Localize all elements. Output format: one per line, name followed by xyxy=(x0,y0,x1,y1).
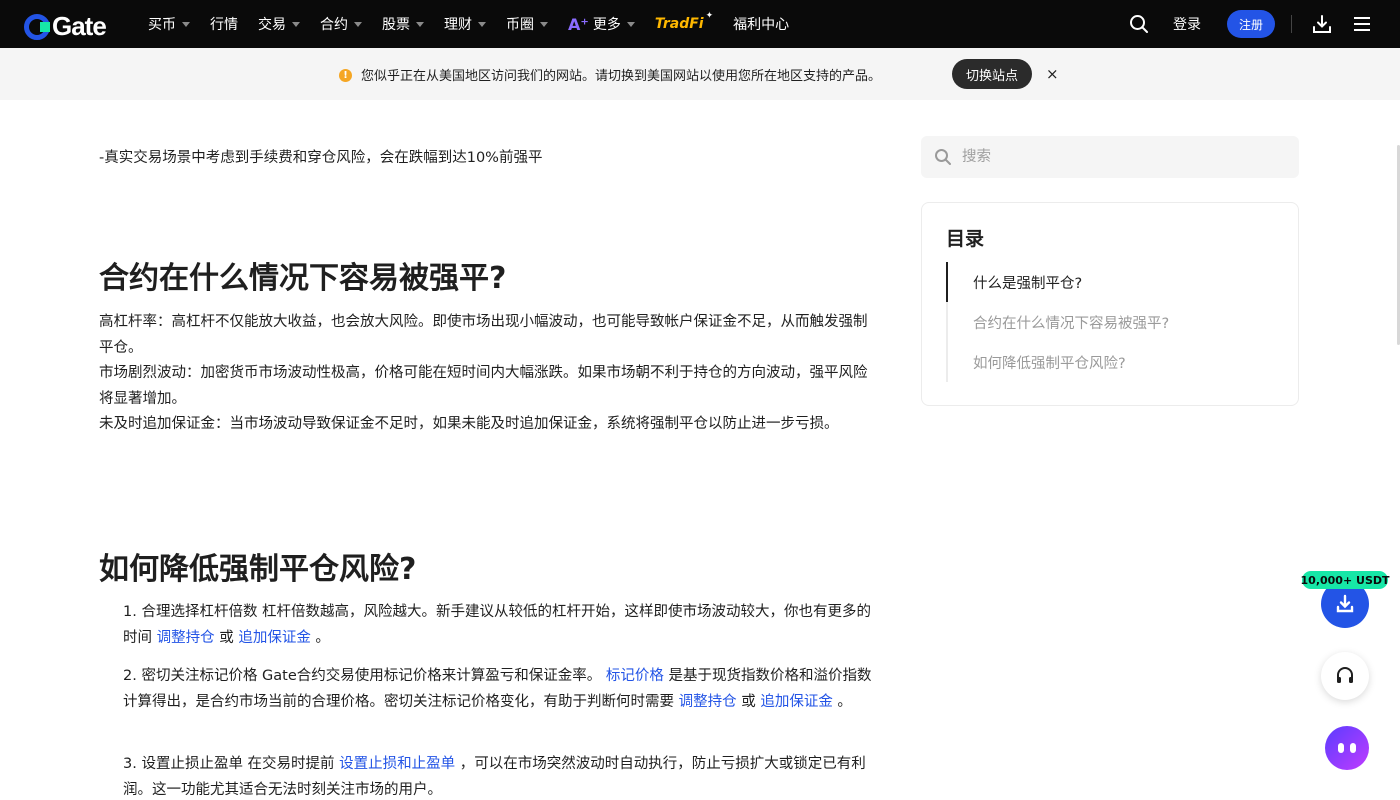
top-nav-bar: Gate 买币 行情 交易 合约 股票 理财 币圈 A⁺ 更多 TradFi ✦ … xyxy=(0,0,1400,48)
nav-label: 福利中心 xyxy=(733,17,790,33)
region-notice-text: 您似乎正在从美国地区访问我们的网站。请切换到美国网站以使用您所在地区支持的产品。 xyxy=(361,69,882,84)
bot-eye xyxy=(1350,743,1356,753)
nav-item-rewards-center[interactable]: 福利中心 xyxy=(733,14,789,34)
header-divider xyxy=(1291,15,1292,33)
add-margin-link[interactable]: 追加保证金 xyxy=(760,694,833,710)
gate-logo[interactable]: Gate xyxy=(24,11,107,42)
list-text: 2. 密切关注标记价格 Gate合约交易使用标记价格来计算盈亏和保证金率。 xyxy=(123,668,606,684)
nav-item-stocks[interactable]: 股票 xyxy=(382,14,424,34)
list-text: 或 xyxy=(214,629,239,646)
nav-label: 更多 xyxy=(592,17,621,33)
paragraph-high-leverage: 高杠杆率：高杠杆不仅能放大收益，也会放大风险。即使市场出现小幅波动，也可能导致帐… xyxy=(99,314,868,356)
caret-down-icon xyxy=(182,21,190,27)
ai-icon: A⁺ xyxy=(568,14,589,34)
download-icon xyxy=(1336,594,1354,613)
nav-label: 行情 xyxy=(210,17,238,33)
list-item-stop-loss: 3. 设置止损止盈单 在交易时提前 设置止损和止盈单 ，可以在市场突然波动时自动… xyxy=(123,752,873,800)
search-icon xyxy=(934,148,952,170)
sparkle-icon: ✦ xyxy=(705,11,714,21)
list-item-mark-price: 2. 密切关注标记价格 Gate合约交易使用标记价格来计算盈亏和保证金率。 标记… xyxy=(123,664,873,715)
mark-price-link[interactable]: 标记价格 xyxy=(606,668,664,684)
nav-item-trade[interactable]: 交易 xyxy=(258,14,300,34)
nav-label: 交易 xyxy=(258,17,286,33)
nav-item-community[interactable]: 币圈 xyxy=(506,14,548,34)
search-input[interactable] xyxy=(962,136,1282,178)
headset-icon xyxy=(1337,667,1353,683)
search-icon[interactable] xyxy=(1125,10,1153,38)
caret-down-icon xyxy=(626,21,635,27)
paragraph-market-volatility: 市场剧烈波动：加密货币市场波动性极高，价格可能在短时间内大幅涨跌。如果市场朝不利… xyxy=(99,365,868,407)
nav-item-futures[interactable]: 合约 xyxy=(320,14,362,34)
set-stop-loss-link[interactable]: 设置止损和止盈单 xyxy=(339,756,455,772)
tradfi-logo: TradFi xyxy=(654,16,704,32)
adjust-position-link[interactable]: 调整持仓 xyxy=(679,694,737,710)
caret-down-icon xyxy=(416,21,424,27)
list-text: 。 xyxy=(310,629,330,646)
paragraph-margin-call: 未及时追加保证金：当市场波动导致保证金不足时，如果未能及时追加保证金，系统将强制… xyxy=(99,416,839,432)
toc-item-what-is-liquidation[interactable]: 什么是强制平仓? xyxy=(973,272,1082,293)
nav-label: 股票 xyxy=(382,17,410,33)
promo-badge[interactable]: 10,000+ USDT xyxy=(1301,571,1390,589)
caret-down-icon xyxy=(354,21,362,27)
main-nav: 买币 行情 交易 合约 股票 理财 币圈 A⁺ 更多 TradFi ✦ 福利中心 xyxy=(148,0,809,48)
header-actions: 登录 注册 xyxy=(1125,0,1376,48)
signup-button[interactable]: 注册 xyxy=(1227,10,1275,38)
bot-eye xyxy=(1338,743,1344,753)
download-icon[interactable] xyxy=(1308,10,1336,38)
menu-icon[interactable] xyxy=(1348,10,1376,38)
nav-item-earn[interactable]: 理财 xyxy=(444,14,486,34)
nav-label: 理财 xyxy=(444,17,472,33)
warning-icon: ! xyxy=(339,69,352,82)
toc-item-liquidation-causes[interactable]: 合约在什么情况下容易被强平? xyxy=(973,312,1169,333)
intro-line: -真实交易场景中考虑到手续费和穿仓风险，会在跌幅到达10%前强平 xyxy=(99,150,543,166)
list-text: 或 xyxy=(736,693,761,710)
switch-site-button[interactable]: 切换站点 xyxy=(952,59,1032,89)
toc-item-reduce-risk[interactable]: 如何降低强制平仓风险? xyxy=(973,352,1126,373)
section-heading-liquidation-causes: 合约在什么情况下容易被强平? xyxy=(99,261,507,296)
caret-down-icon xyxy=(540,21,548,27)
customer-support-button[interactable] xyxy=(1321,652,1369,700)
nav-item-markets[interactable]: 行情 xyxy=(210,14,238,34)
list-text: 。 xyxy=(832,693,852,710)
caret-down-icon xyxy=(478,21,486,27)
login-link[interactable]: 登录 xyxy=(1173,14,1201,34)
nav-label: 买币 xyxy=(148,17,176,33)
chatbot-icon[interactable] xyxy=(1325,726,1369,770)
caret-down-icon xyxy=(292,21,300,27)
section-heading-reduce-risk: 如何降低强制平仓风险? xyxy=(99,552,417,587)
nav-item-tradfi[interactable]: TradFi xyxy=(655,16,708,32)
nav-item-more[interactable]: A⁺ 更多 xyxy=(568,14,635,34)
list-item-leverage: 1. 合理选择杠杆倍数 杠杆倍数越高，风险越大。新手建议从较低的杠杆开始，这样即… xyxy=(123,600,873,651)
gate-logo-text: Gate xyxy=(52,11,107,41)
toc-title: 目录 xyxy=(946,228,985,250)
nav-item-buy-crypto[interactable]: 买币 xyxy=(148,14,190,34)
adjust-position-link[interactable]: 调整持仓 xyxy=(157,630,215,646)
toc-active-indicator xyxy=(946,262,948,302)
nav-label: 合约 xyxy=(320,17,348,33)
nav-label: 币圈 xyxy=(506,17,534,33)
gate-logo-mark-icon xyxy=(24,13,50,40)
add-margin-link[interactable]: 追加保证金 xyxy=(238,630,311,646)
list-text: 3. 设置止损止盈单 在交易时提前 xyxy=(123,756,340,772)
close-icon[interactable]: × xyxy=(1046,65,1059,83)
